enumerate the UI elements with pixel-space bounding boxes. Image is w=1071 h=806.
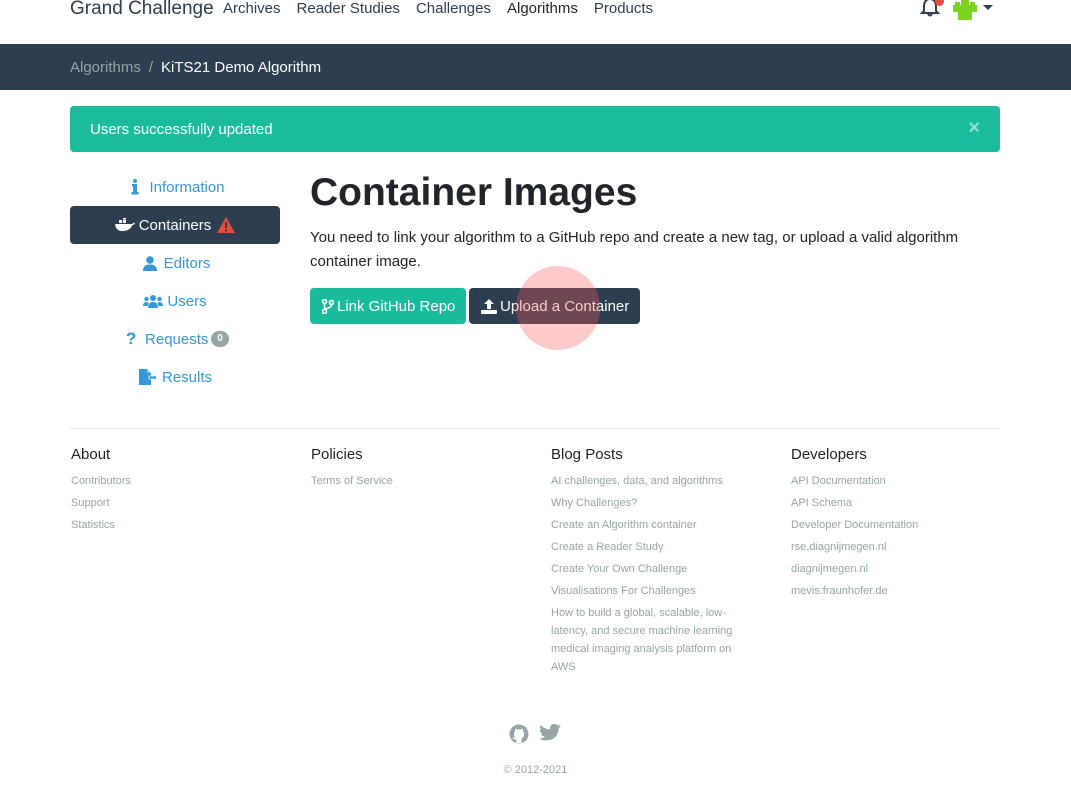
- user-avatar[interactable]: [953, 0, 977, 20]
- footer-link[interactable]: How to build a global, scalable, low-lat…: [551, 604, 751, 676]
- warning-icon: [217, 217, 236, 233]
- footer-link[interactable]: Support: [71, 494, 271, 512]
- footer-link[interactable]: Developer Documentation: [791, 516, 991, 534]
- footer-divider: [70, 428, 1000, 429]
- footer-heading: Blog Posts: [551, 446, 623, 463]
- alert-message: Users successfully updated: [90, 121, 273, 138]
- nav-link-archives[interactable]: Archives: [223, 0, 281, 17]
- docker-icon: [114, 217, 135, 233]
- users-icon: [143, 293, 164, 309]
- footer-link[interactable]: Create an Algorithm container: [551, 516, 751, 534]
- footer-column-developers: Developers API Documentation API Schema …: [791, 446, 991, 604]
- footer-column-blog-posts: Blog Posts AI challenges, data, and algo…: [551, 446, 751, 680]
- brand-link[interactable]: Grand Challenge: [70, 0, 214, 20]
- footer-link[interactable]: diagnijmegen.nl: [791, 560, 991, 578]
- nav-links: Archives Reader Studies Challenges Algor…: [223, 0, 669, 17]
- upload-container-label: Upload a Container: [500, 297, 630, 315]
- breadcrumb-bar: Algorithms / KiTS21 Demo Algorithm: [0, 44, 1071, 90]
- sidebar: Information Containers Editors Users ? R…: [70, 168, 280, 396]
- copyright: © 2012-2021: [503, 764, 568, 776]
- footer-link[interactable]: API Documentation: [791, 472, 991, 490]
- footer-link[interactable]: Create a Reader Study: [551, 538, 751, 556]
- file-export-icon: [138, 369, 158, 385]
- sidebar-item-label: Users: [167, 292, 207, 310]
- notification-dot: [935, 0, 944, 6]
- user-icon: [140, 255, 160, 271]
- sidebar-item-label: Requests: [145, 330, 209, 348]
- requests-count-badge: 0: [211, 331, 229, 347]
- upload-container-button[interactable]: Upload a Container: [469, 288, 640, 324]
- info-icon: [125, 179, 145, 195]
- sidebar-item-results[interactable]: Results: [70, 358, 280, 396]
- sidebar-item-label: Information: [149, 178, 225, 196]
- code-branch-icon: [322, 298, 334, 314]
- sidebar-item-requests[interactable]: ? Requests 0: [70, 320, 280, 358]
- footer-heading: About: [71, 446, 111, 463]
- question-icon: ?: [125, 329, 137, 348]
- sidebar-item-editors[interactable]: Editors: [70, 244, 280, 282]
- social-links: [509, 724, 561, 744]
- breadcrumb-separator: /: [148, 59, 154, 76]
- nav-link-products[interactable]: Products: [594, 0, 653, 17]
- footer-heading: Developers: [791, 446, 867, 463]
- sidebar-item-label: Results: [161, 368, 213, 386]
- top-navbar: Grand Challenge Archives Reader Studies …: [0, 0, 1071, 44]
- twitter-icon[interactable]: [539, 724, 561, 742]
- nav-link-algorithms[interactable]: Algorithms: [507, 0, 578, 17]
- footer-link[interactable]: Contributors: [71, 472, 271, 490]
- sidebar-item-label: Editors: [163, 254, 211, 272]
- page-title: Container Images: [310, 171, 638, 214]
- sidebar-item-users[interactable]: Users: [70, 282, 280, 320]
- success-alert: Users successfully updated ×: [70, 106, 1000, 152]
- footer-link[interactable]: Terms of Service: [311, 472, 511, 490]
- footer-link[interactable]: Visualisations For Challenges: [551, 582, 751, 600]
- breadcrumb: Algorithms / KiTS21 Demo Algorithm: [70, 59, 321, 76]
- sidebar-item-label: Containers: [138, 216, 212, 234]
- sidebar-item-containers[interactable]: Containers: [70, 206, 280, 244]
- footer-column-policies: Policies Terms of Service: [311, 446, 511, 494]
- upload-icon: [481, 298, 497, 314]
- footer-link[interactable]: API Schema: [791, 494, 991, 512]
- link-github-repo-button[interactable]: Link GitHub Repo: [310, 288, 466, 324]
- footer-link[interactable]: rse.diagnijmegen.nl: [791, 538, 991, 556]
- footer-link[interactable]: Why Challenges?: [551, 494, 751, 512]
- sidebar-item-information[interactable]: Information: [70, 168, 280, 206]
- footer-link[interactable]: Statistics: [71, 516, 271, 534]
- footer-link[interactable]: Create Your Own Challenge: [551, 560, 751, 578]
- chevron-down-icon[interactable]: [983, 5, 993, 10]
- nav-link-reader-studies[interactable]: Reader Studies: [297, 0, 400, 17]
- footer-link[interactable]: AI challenges, data, and algorithms: [551, 472, 751, 490]
- footer-link[interactable]: mevis.fraunhofer.de: [791, 582, 991, 600]
- footer-column-about: About Contributors Support Statistics: [71, 446, 271, 538]
- github-icon[interactable]: [509, 724, 529, 744]
- page-description: You need to link your algorithm to a Git…: [310, 229, 959, 270]
- close-icon[interactable]: ×: [968, 118, 980, 138]
- link-github-repo-label: Link GitHub Repo: [337, 297, 456, 315]
- breadcrumb-current: KiTS21 Demo Algorithm: [161, 59, 322, 76]
- nav-link-challenges[interactable]: Challenges: [416, 0, 491, 17]
- footer-heading: Policies: [311, 446, 363, 463]
- breadcrumb-algorithms[interactable]: Algorithms: [70, 59, 141, 76]
